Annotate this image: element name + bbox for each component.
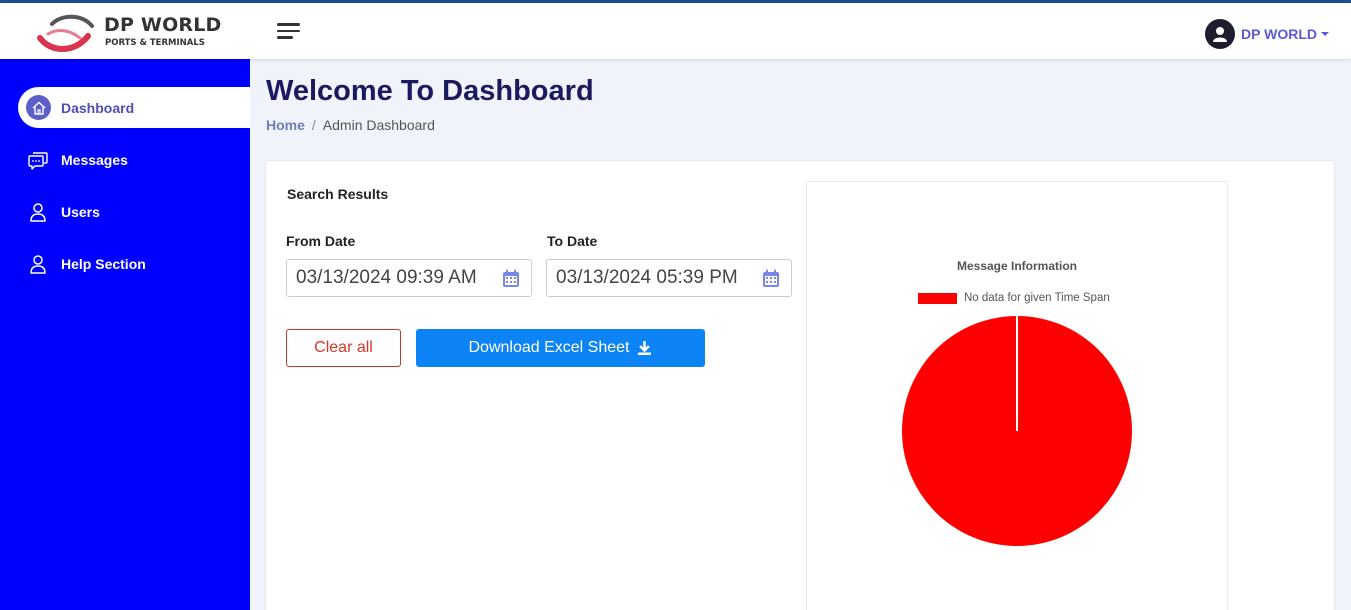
user-avatar-icon [1205,19,1236,49]
sidebar-item-label: Dashboard [61,99,135,116]
page-title: Welcome To Dashboard [266,75,594,107]
calendar-icon[interactable] [762,269,780,288]
legend-swatch [918,292,957,304]
sidebar-item-label: Users [61,203,100,220]
from-date-value: 03/13/2024 09:39 AM [296,267,477,288]
sidebar-item-label: Help Section [61,255,146,272]
user-menu[interactable]: DP WORLD [1205,19,1329,49]
from-date-input[interactable]: 03/13/2024 09:39 AM [286,259,532,297]
breadcrumb-separator: / [311,117,316,133]
logo-title: DP WORLD [104,14,222,36]
from-date-label: From Date [286,233,356,249]
logo-swoosh-icon [37,14,94,52]
top-header: DP WORLD PORTS & TERMINALS DP WORLD [0,3,1351,59]
sidebar-item-users[interactable]: Users [18,191,250,232]
clear-all-button[interactable]: Clear all [286,329,401,367]
breadcrumb: Home / Admin Dashboard [266,117,435,133]
sidebar-item-dashboard[interactable]: Dashboard [18,87,250,128]
search-results-title: Search Results [287,186,389,202]
to-date-input[interactable]: 03/13/2024 05:39 PM [546,259,792,297]
user-icon [27,201,49,223]
hamburger-icon[interactable] [277,23,301,43]
home-icon [26,95,51,120]
chevron-down-icon [1321,32,1329,36]
breadcrumb-current: Admin Dashboard [322,117,435,133]
sidebar-item-messages[interactable]: Messages [18,139,250,180]
pie-chart [902,316,1132,546]
sidebar: Dashboard Messages Users Help Section [0,59,250,610]
logo-subtitle: PORTS & TERMINALS [105,38,205,48]
download-icon [638,340,652,355]
chart-title: Message Information [956,259,1078,273]
to-date-label: To Date [547,233,598,249]
breadcrumb-home-link[interactable]: Home [266,117,305,133]
chart-legend[interactable]: No data for given Time Span [918,292,1110,304]
user-icon [27,253,49,275]
download-excel-button[interactable]: Download Excel Sheet [416,329,705,367]
download-excel-label: Download Excel Sheet [468,339,630,356]
legend-label: No data for given Time Span [964,292,1110,304]
calendar-icon[interactable] [502,269,520,288]
user-name: DP WORLD [1241,26,1317,42]
to-date-value: 03/13/2024 05:39 PM [556,267,738,288]
chat-icon [27,149,49,171]
dashboard-card: Search Results From Date 03/13/2024 09:3… [265,160,1335,610]
message-chart-panel: Message Information No data for given Ti… [806,181,1228,610]
dp-world-logo[interactable]: DP WORLD PORTS & TERMINALS [36,12,226,54]
sidebar-item-label: Messages [61,151,128,168]
sidebar-item-help-section[interactable]: Help Section [18,243,250,284]
